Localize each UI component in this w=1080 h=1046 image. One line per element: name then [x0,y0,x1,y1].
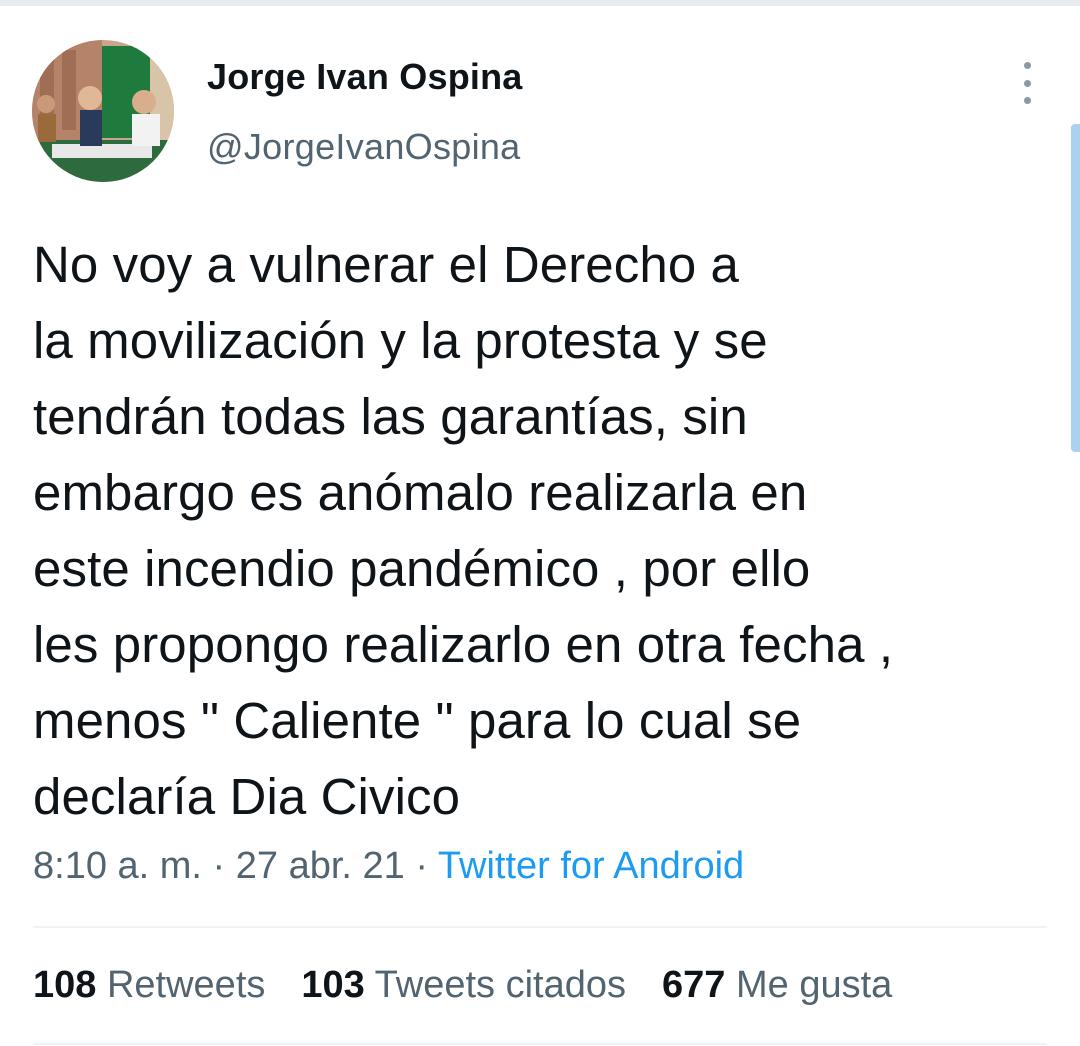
scrollbar[interactable] [1071,124,1080,452]
likes-count: 677 [662,964,726,1006]
avatar-photo [32,40,174,182]
more-dot [1023,97,1031,104]
tweet-metadata: 8:10 a. m. · 27 abr. 21 · Twitter for An… [33,845,744,888]
more-dot [1023,79,1031,87]
tweet-source-link[interactable]: Twitter for Android [438,845,744,887]
author-handle[interactable]: @JorgeIvanOspina [207,126,521,168]
quote-tweets-stat[interactable]: 103 Tweets citados [301,964,626,1007]
retweets-count: 108 [33,964,97,1006]
separator: · [415,845,429,887]
more-options-icon[interactable] [1012,62,1042,104]
quotes-count: 103 [301,964,365,1006]
tweet-date[interactable]: 27 abr. 21 [236,845,405,887]
retweets-stat[interactable]: 108 Retweets [33,964,265,1007]
top-edge [0,0,1080,6]
separator: · [212,845,226,887]
more-dot [1023,62,1031,69]
avatar[interactable] [32,40,174,182]
tweet-time[interactable]: 8:10 a. m. [33,845,202,887]
likes-stat[interactable]: 677 Me gusta [662,964,892,1007]
author-display-name[interactable]: Jorge Ivan Ospina [207,56,523,98]
tweet-stats: 108 Retweets 103 Tweets citados 677 Me g… [33,964,892,1007]
divider [33,1043,1047,1045]
quotes-label: Tweets citados [374,964,626,1006]
retweets-label: Retweets [106,964,266,1006]
divider [33,926,1047,928]
tweet-detail-screen: Jorge Ivan Ospina @JorgeIvanOspina No vo… [0,0,1080,1046]
likes-label: Me gusta [735,964,893,1006]
tweet-text: No voy a vulnerar el Derecho a la movili… [33,236,894,825]
